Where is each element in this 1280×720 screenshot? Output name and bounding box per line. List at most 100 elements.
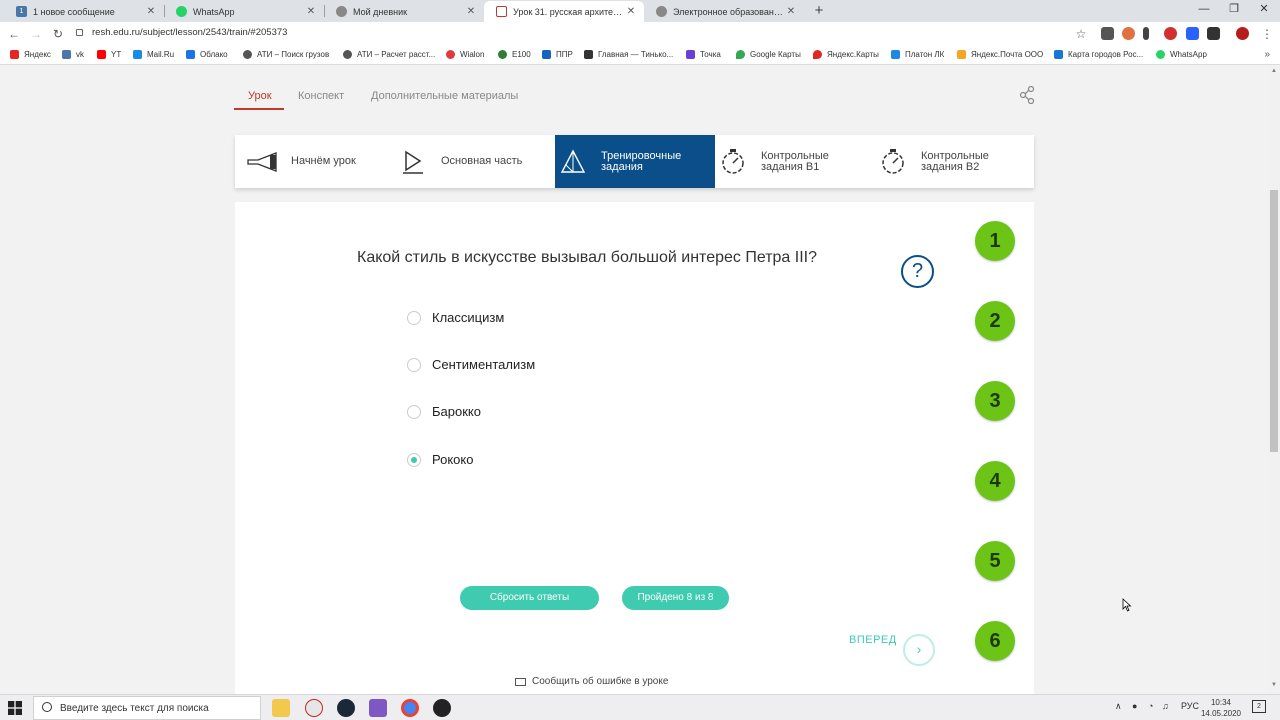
address-bar[interactable]: resh.edu.ru/subject/lesson/2543/train/#2… [76, 27, 287, 38]
forward-icon[interactable]: → [27, 25, 45, 43]
question-number-1[interactable]: 1 [975, 221, 1015, 261]
language-indicator[interactable]: РУС [1181, 701, 1199, 711]
extension-icon[interactable] [1122, 27, 1135, 40]
notification-icon[interactable]: 2 [1252, 700, 1266, 713]
file-explorer-icon[interactable] [272, 699, 290, 717]
bookmark-item[interactable]: WhatsApp [1156, 50, 1207, 59]
step-start-lesson[interactable]: Начнём урок [245, 135, 395, 188]
help-button[interactable]: ? [901, 255, 934, 288]
pin-icon[interactable] [1143, 27, 1149, 40]
browser-tab[interactable]: Электронное образование в Ре ✕ [644, 1, 804, 22]
app-icon[interactable] [433, 699, 451, 717]
bookmark-item[interactable]: Точка [686, 50, 721, 59]
volume-icon[interactable]: ♫ [1162, 701, 1169, 711]
question-number-6[interactable]: 6 [975, 621, 1015, 661]
bookmark-item[interactable]: YT [97, 50, 121, 59]
radio-button[interactable] [407, 404, 421, 419]
bookmark-item[interactable]: Главная — Тинько... [584, 50, 673, 59]
chevron-right-icon[interactable]: › [903, 634, 935, 666]
step-control-b1[interactable]: Контрольные задания В1 [715, 135, 875, 188]
step-main-part[interactable]: Основная часть [395, 135, 555, 188]
share-icon[interactable] [1019, 86, 1035, 104]
close-icon[interactable]: ✕ [624, 6, 638, 17]
avatar[interactable] [1236, 27, 1249, 40]
vk-icon: 1 [16, 6, 27, 17]
star-icon[interactable]: ☆ [1072, 25, 1090, 43]
browser-toolbar: ← → ↻ resh.edu.ru/subject/lesson/2543/tr… [0, 22, 1280, 46]
answer-option[interactable]: Классицизм [407, 310, 504, 325]
extension-icon[interactable] [1186, 27, 1199, 40]
tab-lesson[interactable]: Урок [248, 90, 272, 102]
browser-tab[interactable]: 1 1 новое сообщение ✕ [4, 1, 164, 22]
bookmark-item[interactable]: Google Карты [736, 50, 801, 59]
forward-label[interactable]: ВПЕРЕД [849, 634, 897, 646]
menu-icon[interactable]: ⋮ [1258, 25, 1276, 43]
question-text: Какой стиль в искусстве вызывал большой … [357, 249, 818, 266]
windows-start-icon[interactable] [8, 701, 22, 715]
new-tab-button[interactable]: + [810, 2, 828, 20]
window-close-icon[interactable]: ✕ [1246, 0, 1280, 20]
extension-icon[interactable] [1101, 27, 1114, 40]
page-scrollbar[interactable]: ▲ ▼ [1268, 66, 1280, 694]
wialon-icon [446, 50, 455, 59]
stopwatch-icon [715, 147, 751, 177]
scroll-down-icon[interactable]: ▼ [1268, 682, 1280, 692]
app-icon[interactable] [305, 699, 323, 717]
bookmark-item[interactable]: Карта городов Рос... [1054, 50, 1143, 59]
question-number-5[interactable]: 5 [975, 541, 1015, 581]
bookmark-item[interactable]: vk [62, 50, 84, 59]
close-icon[interactable]: ✕ [464, 6, 478, 17]
bookmark-item[interactable]: Яндекс.Почта ООО [957, 50, 1043, 59]
answer-option[interactable]: Сентиментализм [407, 357, 535, 372]
reload-icon[interactable]: ↻ [49, 25, 67, 43]
wifi-icon[interactable]: ◔ [1148, 701, 1153, 711]
tab-additional-materials[interactable]: Дополнительные материалы [371, 90, 518, 102]
question-number-3[interactable]: 3 [975, 381, 1015, 421]
bookmark-item[interactable]: E100 [498, 50, 531, 59]
answer-option[interactable]: Барокко [407, 404, 481, 419]
browser-tab[interactable]: WhatsApp ✕ [164, 1, 324, 22]
close-icon[interactable]: ✕ [304, 6, 318, 17]
radio-button[interactable] [407, 310, 421, 325]
browser-tab-active[interactable]: Урок 31. русская архитектура, ж ✕ [484, 1, 644, 22]
radio-button-checked[interactable] [407, 452, 421, 467]
chrome-icon[interactable] [401, 699, 419, 717]
browser-tab[interactable]: Мой дневник ✕ [324, 1, 484, 22]
app-icon[interactable] [369, 699, 387, 717]
question-number-4[interactable]: 4 [975, 461, 1015, 501]
resh-icon [496, 6, 507, 17]
reset-answers-button[interactable]: Сбросить ответы [460, 586, 599, 610]
question-number-2[interactable]: 2 [975, 301, 1015, 341]
microphone-icon[interactable]: ● [1132, 701, 1137, 711]
extension-icon[interactable] [1207, 27, 1220, 40]
scroll-up-icon[interactable]: ▲ [1268, 68, 1280, 78]
close-icon[interactable]: ✕ [144, 6, 158, 17]
report-error-link[interactable]: Сообщить об ошибке в уроке [515, 676, 668, 687]
step-control-b2[interactable]: Контрольные задания В2 [875, 135, 1034, 188]
steam-icon[interactable] [337, 699, 355, 717]
back-icon[interactable]: ← [5, 25, 23, 43]
answer-option-selected[interactable]: Рококо [407, 452, 473, 467]
taskbar-clock[interactable]: 10:34 14.05.2020 [1200, 697, 1242, 719]
progress-button[interactable]: Пройдено 8 из 8 [622, 586, 729, 610]
taskbar-search-input[interactable]: Введите здесь текст для поиска [33, 696, 261, 720]
bookmark-item[interactable]: ППР [542, 50, 573, 59]
scroll-thumb[interactable] [1270, 190, 1278, 452]
bookmark-item[interactable]: АТИ – Расчет расст... [343, 50, 435, 59]
opera-icon[interactable] [1164, 27, 1177, 40]
bookmark-item[interactable]: Яндекс [10, 50, 51, 59]
close-icon[interactable]: ✕ [784, 6, 798, 17]
bookmarks-more-icon[interactable]: » [1264, 49, 1270, 60]
whatsapp-icon [176, 6, 187, 17]
bookmark-item[interactable]: Яндекс.Карты [813, 50, 879, 59]
tab-summary[interactable]: Конспект [298, 90, 344, 102]
bookmark-item[interactable]: АТИ – Поиск грузов [243, 50, 329, 59]
chevron-up-icon[interactable]: ∧ [1115, 701, 1122, 712]
bookmark-item[interactable]: Платон ЛК [891, 50, 944, 59]
browser-tab-title: Электронное образование в Ре [673, 6, 784, 17]
radio-button[interactable] [407, 357, 421, 372]
bookmark-item[interactable]: Wialon [446, 50, 484, 59]
step-training-tasks[interactable]: Тренировочные задания [555, 135, 715, 188]
bookmark-item[interactable]: Mail.Ru [133, 50, 174, 59]
bookmark-item[interactable]: Облако [186, 50, 228, 59]
